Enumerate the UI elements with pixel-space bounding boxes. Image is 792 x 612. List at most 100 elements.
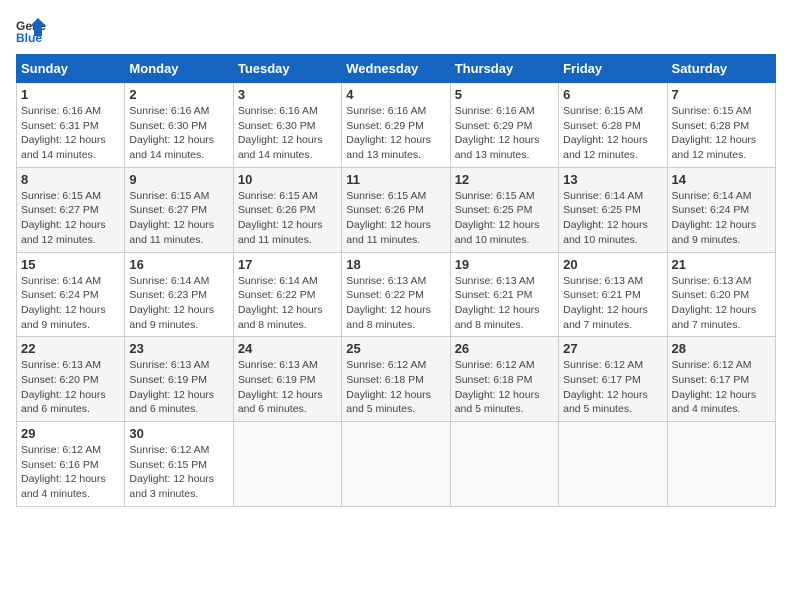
day-number: 20 bbox=[563, 257, 662, 272]
calendar-cell: 27 Sunrise: 6:12 AM Sunset: 6:17 PM Dayli… bbox=[559, 337, 667, 422]
calendar-cell: 1 Sunrise: 6:16 AM Sunset: 6:31 PM Daylig… bbox=[17, 83, 125, 168]
day-info: Sunrise: 6:12 AM Sunset: 6:15 PM Dayligh… bbox=[129, 443, 228, 502]
logo: General Blue bbox=[16, 16, 50, 46]
day-info: Sunrise: 6:15 AM Sunset: 6:28 PM Dayligh… bbox=[672, 104, 771, 163]
day-number: 22 bbox=[21, 341, 120, 356]
day-number: 6 bbox=[563, 87, 662, 102]
day-info: Sunrise: 6:13 AM Sunset: 6:21 PM Dayligh… bbox=[455, 274, 554, 333]
day-info: Sunrise: 6:16 AM Sunset: 6:29 PM Dayligh… bbox=[455, 104, 554, 163]
day-info: Sunrise: 6:15 AM Sunset: 6:26 PM Dayligh… bbox=[238, 189, 337, 248]
day-info: Sunrise: 6:12 AM Sunset: 6:18 PM Dayligh… bbox=[455, 358, 554, 417]
day-number: 18 bbox=[346, 257, 445, 272]
column-header-monday: Monday bbox=[125, 55, 233, 83]
calendar-cell: 11 Sunrise: 6:15 AM Sunset: 6:26 PM Dayli… bbox=[342, 167, 450, 252]
column-header-thursday: Thursday bbox=[450, 55, 558, 83]
day-number: 23 bbox=[129, 341, 228, 356]
calendar-cell: 6 Sunrise: 6:15 AM Sunset: 6:28 PM Daylig… bbox=[559, 83, 667, 168]
page-header: General Blue bbox=[16, 16, 776, 46]
day-number: 5 bbox=[455, 87, 554, 102]
calendar-cell: 10 Sunrise: 6:15 AM Sunset: 6:26 PM Dayli… bbox=[233, 167, 341, 252]
day-number: 15 bbox=[21, 257, 120, 272]
calendar-cell: 17 Sunrise: 6:14 AM Sunset: 6:22 PM Dayli… bbox=[233, 252, 341, 337]
day-info: Sunrise: 6:14 AM Sunset: 6:24 PM Dayligh… bbox=[672, 189, 771, 248]
day-info: Sunrise: 6:16 AM Sunset: 6:30 PM Dayligh… bbox=[238, 104, 337, 163]
calendar-cell: 3 Sunrise: 6:16 AM Sunset: 6:30 PM Daylig… bbox=[233, 83, 341, 168]
calendar-cell: 25Sunrise: 6:12 AM Sunset: 6:18 PM Dayli… bbox=[342, 337, 450, 422]
calendar-cell bbox=[450, 422, 558, 507]
calendar-cell: 21Sunrise: 6:13 AM Sunset: 6:20 PM Dayli… bbox=[667, 252, 775, 337]
day-number: 26 bbox=[455, 341, 554, 356]
day-info: Sunrise: 6:14 AM Sunset: 6:22 PM Dayligh… bbox=[238, 274, 337, 333]
day-info: Sunrise: 6:13 AM Sunset: 6:19 PM Dayligh… bbox=[129, 358, 228, 417]
calendar-cell: 24Sunrise: 6:13 AM Sunset: 6:19 PM Dayli… bbox=[233, 337, 341, 422]
day-number: 30 bbox=[129, 426, 228, 441]
day-number: 16 bbox=[129, 257, 228, 272]
calendar-table: SundayMondayTuesdayWednesdayThursdayFrid… bbox=[16, 54, 776, 507]
calendar-cell: 18 Sunrise: 6:13 AM Sunset: 6:22 PM Dayli… bbox=[342, 252, 450, 337]
calendar-cell: 19 Sunrise: 6:13 AM Sunset: 6:21 PM Dayli… bbox=[450, 252, 558, 337]
day-number: 12 bbox=[455, 172, 554, 187]
calendar-cell: 12 Sunrise: 6:15 AM Sunset: 6:25 PM Dayli… bbox=[450, 167, 558, 252]
day-number: 4 bbox=[346, 87, 445, 102]
logo-icon: General Blue bbox=[16, 16, 46, 46]
day-info: Sunrise: 6:13 AM Sunset: 6:19 PM Dayligh… bbox=[238, 358, 337, 417]
day-number: 27 bbox=[563, 341, 662, 356]
day-number: 14 bbox=[672, 172, 771, 187]
calendar-cell: 28 Sunrise: 6:12 AM Sunset: 6:17 PM Dayli… bbox=[667, 337, 775, 422]
day-number: 9 bbox=[129, 172, 228, 187]
column-header-sunday: Sunday bbox=[17, 55, 125, 83]
calendar-cell: 9 Sunrise: 6:15 AM Sunset: 6:27 PM Daylig… bbox=[125, 167, 233, 252]
calendar-cell bbox=[233, 422, 341, 507]
calendar-cell: 15 Sunrise: 6:14 AM Sunset: 6:24 PM Dayli… bbox=[17, 252, 125, 337]
calendar-cell: 30 Sunrise: 6:12 AM Sunset: 6:15 PM Dayli… bbox=[125, 422, 233, 507]
day-number: 7 bbox=[672, 87, 771, 102]
day-number: 8 bbox=[21, 172, 120, 187]
day-number: 2 bbox=[129, 87, 228, 102]
day-info: Sunrise: 6:16 AM Sunset: 6:29 PM Dayligh… bbox=[346, 104, 445, 163]
day-info: Sunrise: 6:13 AM Sunset: 6:20 PM Dayligh… bbox=[672, 274, 771, 333]
day-info: Sunrise: 6:13 AM Sunset: 6:20 PM Dayligh… bbox=[21, 358, 120, 417]
day-number: 11 bbox=[346, 172, 445, 187]
day-number: 29 bbox=[21, 426, 120, 441]
day-info: Sunrise: 6:16 AM Sunset: 6:30 PM Dayligh… bbox=[129, 104, 228, 163]
calendar-cell: 14 Sunrise: 6:14 AM Sunset: 6:24 PM Dayli… bbox=[667, 167, 775, 252]
column-header-saturday: Saturday bbox=[667, 55, 775, 83]
column-header-friday: Friday bbox=[559, 55, 667, 83]
calendar-cell: 26 Sunrise: 6:12 AM Sunset: 6:18 PM Dayli… bbox=[450, 337, 558, 422]
calendar-cell: 7 Sunrise: 6:15 AM Sunset: 6:28 PM Daylig… bbox=[667, 83, 775, 168]
day-info: Sunrise: 6:14 AM Sunset: 6:23 PM Dayligh… bbox=[129, 274, 228, 333]
calendar-cell: 23 Sunrise: 6:13 AM Sunset: 6:19 PM Dayli… bbox=[125, 337, 233, 422]
column-header-tuesday: Tuesday bbox=[233, 55, 341, 83]
day-info: Sunrise: 6:15 AM Sunset: 6:25 PM Dayligh… bbox=[455, 189, 554, 248]
day-info: Sunrise: 6:12 AM Sunset: 6:17 PM Dayligh… bbox=[672, 358, 771, 417]
calendar-cell: 4 Sunrise: 6:16 AM Sunset: 6:29 PM Daylig… bbox=[342, 83, 450, 168]
day-number: 17 bbox=[238, 257, 337, 272]
calendar-cell bbox=[342, 422, 450, 507]
day-number: 28 bbox=[672, 341, 771, 356]
day-info: Sunrise: 6:15 AM Sunset: 6:27 PM Dayligh… bbox=[129, 189, 228, 248]
calendar-cell: 8 Sunrise: 6:15 AM Sunset: 6:27 PM Daylig… bbox=[17, 167, 125, 252]
day-info: Sunrise: 6:14 AM Sunset: 6:24 PM Dayligh… bbox=[21, 274, 120, 333]
day-number: 1 bbox=[21, 87, 120, 102]
day-info: Sunrise: 6:15 AM Sunset: 6:28 PM Dayligh… bbox=[563, 104, 662, 163]
day-info: Sunrise: 6:12 AM Sunset: 6:16 PM Dayligh… bbox=[21, 443, 120, 502]
calendar-cell: 13Sunrise: 6:14 AM Sunset: 6:25 PM Dayli… bbox=[559, 167, 667, 252]
day-info: Sunrise: 6:15 AM Sunset: 6:26 PM Dayligh… bbox=[346, 189, 445, 248]
calendar-cell: 22 Sunrise: 6:13 AM Sunset: 6:20 PM Dayli… bbox=[17, 337, 125, 422]
calendar-cell bbox=[559, 422, 667, 507]
calendar-cell bbox=[667, 422, 775, 507]
calendar-cell: 16 Sunrise: 6:14 AM Sunset: 6:23 PM Dayli… bbox=[125, 252, 233, 337]
calendar-cell: 29 Sunrise: 6:12 AM Sunset: 6:16 PM Dayli… bbox=[17, 422, 125, 507]
day-info: Sunrise: 6:14 AM Sunset: 6:25 PM Dayligh… bbox=[563, 189, 662, 248]
day-info: Sunrise: 6:13 AM Sunset: 6:22 PM Dayligh… bbox=[346, 274, 445, 333]
day-info: Sunrise: 6:12 AM Sunset: 6:18 PM Dayligh… bbox=[346, 358, 445, 417]
calendar-cell: 20Sunrise: 6:13 AM Sunset: 6:21 PM Dayli… bbox=[559, 252, 667, 337]
day-info: Sunrise: 6:16 AM Sunset: 6:31 PM Dayligh… bbox=[21, 104, 120, 163]
day-info: Sunrise: 6:12 AM Sunset: 6:17 PM Dayligh… bbox=[563, 358, 662, 417]
day-number: 19 bbox=[455, 257, 554, 272]
column-header-wednesday: Wednesday bbox=[342, 55, 450, 83]
calendar-cell: 5 Sunrise: 6:16 AM Sunset: 6:29 PM Daylig… bbox=[450, 83, 558, 168]
day-number: 10 bbox=[238, 172, 337, 187]
day-number: 3 bbox=[238, 87, 337, 102]
day-info: Sunrise: 6:15 AM Sunset: 6:27 PM Dayligh… bbox=[21, 189, 120, 248]
